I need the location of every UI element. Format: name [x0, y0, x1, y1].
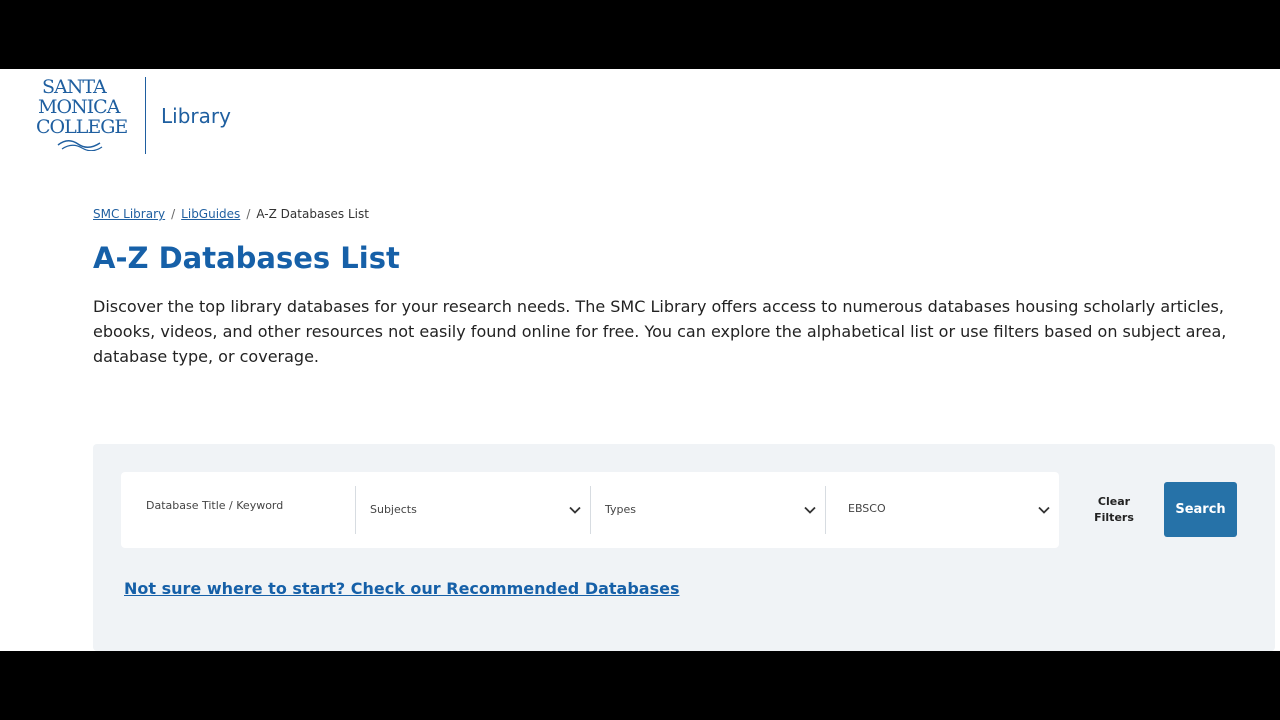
logo-wave-icon [57, 140, 103, 151]
logo-text-line: SANTA [42, 76, 107, 98]
library-title[interactable]: Library [161, 104, 231, 128]
vendor-selected-value: EBSCO [848, 502, 886, 515]
smc-logo[interactable]: SANTA MONICA COLLEGE [36, 75, 128, 153]
logo-text-line: MONICA [38, 96, 120, 118]
breadcrumb-current: A-Z Databases List [256, 207, 369, 221]
types-label: Types [605, 503, 636, 516]
breadcrumb: SMC Library / LibGuides / A-Z Databases List [93, 207, 369, 221]
clear-filters-label: Clear [1097, 495, 1131, 508]
logo-text-line: COLLEGE [36, 116, 128, 138]
header-divider [145, 77, 146, 154]
chevron-down-icon [804, 506, 816, 514]
browser-page: SANTA MONICA COLLEGE Library SMC Library… [0, 69, 1280, 651]
clear-filters-label: Filters [1094, 511, 1134, 524]
chevron-down-icon [1038, 506, 1050, 514]
intro-paragraph: Discover the top library databases for y… [93, 297, 1227, 366]
site-header: SANTA MONICA COLLEGE Library [0, 69, 1280, 159]
filter-bar: Database Title / Keyword Subjects Types … [121, 472, 1059, 548]
types-select[interactable]: Types [591, 472, 825, 548]
clear-filters-button[interactable]: Clear Filters [1084, 494, 1144, 526]
breadcrumb-smc-library[interactable]: SMC Library [93, 207, 165, 221]
subjects-select[interactable]: Subjects [356, 472, 590, 548]
chevron-down-icon [569, 506, 581, 514]
keyword-search-input[interactable]: Database Title / Keyword [121, 472, 355, 548]
breadcrumb-libguides[interactable]: LibGuides [181, 207, 240, 221]
breadcrumb-separator: / [246, 207, 251, 221]
page-title: A-Z Databases List [93, 241, 400, 275]
filter-panel: Database Title / Keyword Subjects Types … [93, 444, 1275, 651]
breadcrumb-separator: / [171, 207, 176, 221]
keyword-placeholder: Database Title / Keyword [146, 499, 284, 512]
search-button[interactable]: Search [1164, 482, 1237, 537]
vendor-select[interactable]: EBSCO [826, 472, 1059, 548]
subjects-label: Subjects [370, 503, 417, 516]
recommended-databases-link[interactable]: Not sure where to start? Check our Recom… [124, 579, 680, 598]
